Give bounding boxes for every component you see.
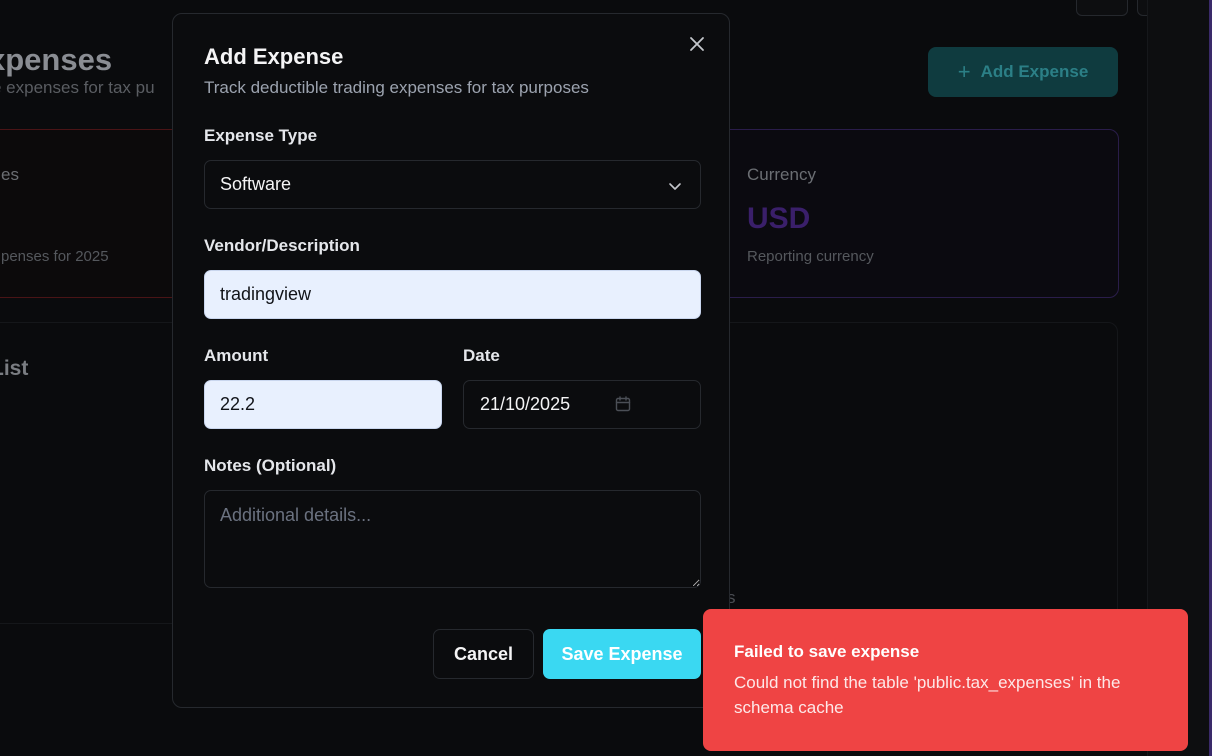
currency-card-title: Currency [747,165,816,184]
summary-card-subtitle: penses for 2025 [1,248,109,265]
dialog-title: Add Expense [204,44,344,69]
amount-label: Amount [204,346,269,365]
expenses-list-title: List [0,357,29,380]
calendar-icon[interactable] [614,395,632,413]
error-toast[interactable]: Failed to save expense Could not find th… [703,609,1188,751]
add-expense-dialog: Add Expense Track deductible trading exp… [172,13,730,708]
add-expense-label: Add Expense [980,62,1089,81]
toast-title: Failed to save expense [734,642,920,661]
save-expense-button[interactable]: Save Expense [543,629,701,679]
notes-label: Notes (Optional) [204,456,337,475]
page-subtitle: e expenses for tax pu [0,78,155,97]
summary-card-title: es [1,165,19,184]
close-button[interactable] [687,34,707,54]
add-expense-button: + Add Expense [928,47,1118,97]
date-label: Date [463,346,500,365]
amount-input[interactable] [204,380,442,429]
summary-card-currency: Currency USD Reporting currency [700,129,1119,298]
cancel-button[interactable]: Cancel [433,629,534,679]
vendor-input[interactable] [204,270,701,319]
header-icon-button [1076,0,1128,16]
notes-textarea[interactable] [204,490,701,588]
toast-message: Could not find the table 'public.tax_exp… [734,673,1121,717]
currency-card-value: USD [747,202,811,235]
chevron-down-icon [669,183,681,190]
expense-type-value: Software [220,174,292,194]
summary-card-total: es penses for 2025 [0,129,192,298]
vendor-label: Vendor/Description [204,236,360,255]
expense-type-label: Expense Type [204,126,318,145]
date-value: 21/10/2025 [480,394,571,414]
plus-icon: + [957,59,971,84]
date-input[interactable]: 21/10/2025 [463,380,701,429]
page-title: xpenses [0,42,113,77]
dialog-description: Track deductible trading expenses for ta… [204,78,589,97]
expense-type-select[interactable]: Software [204,160,701,209]
currency-card-subtitle: Reporting currency [747,248,874,265]
close-icon [690,37,704,51]
